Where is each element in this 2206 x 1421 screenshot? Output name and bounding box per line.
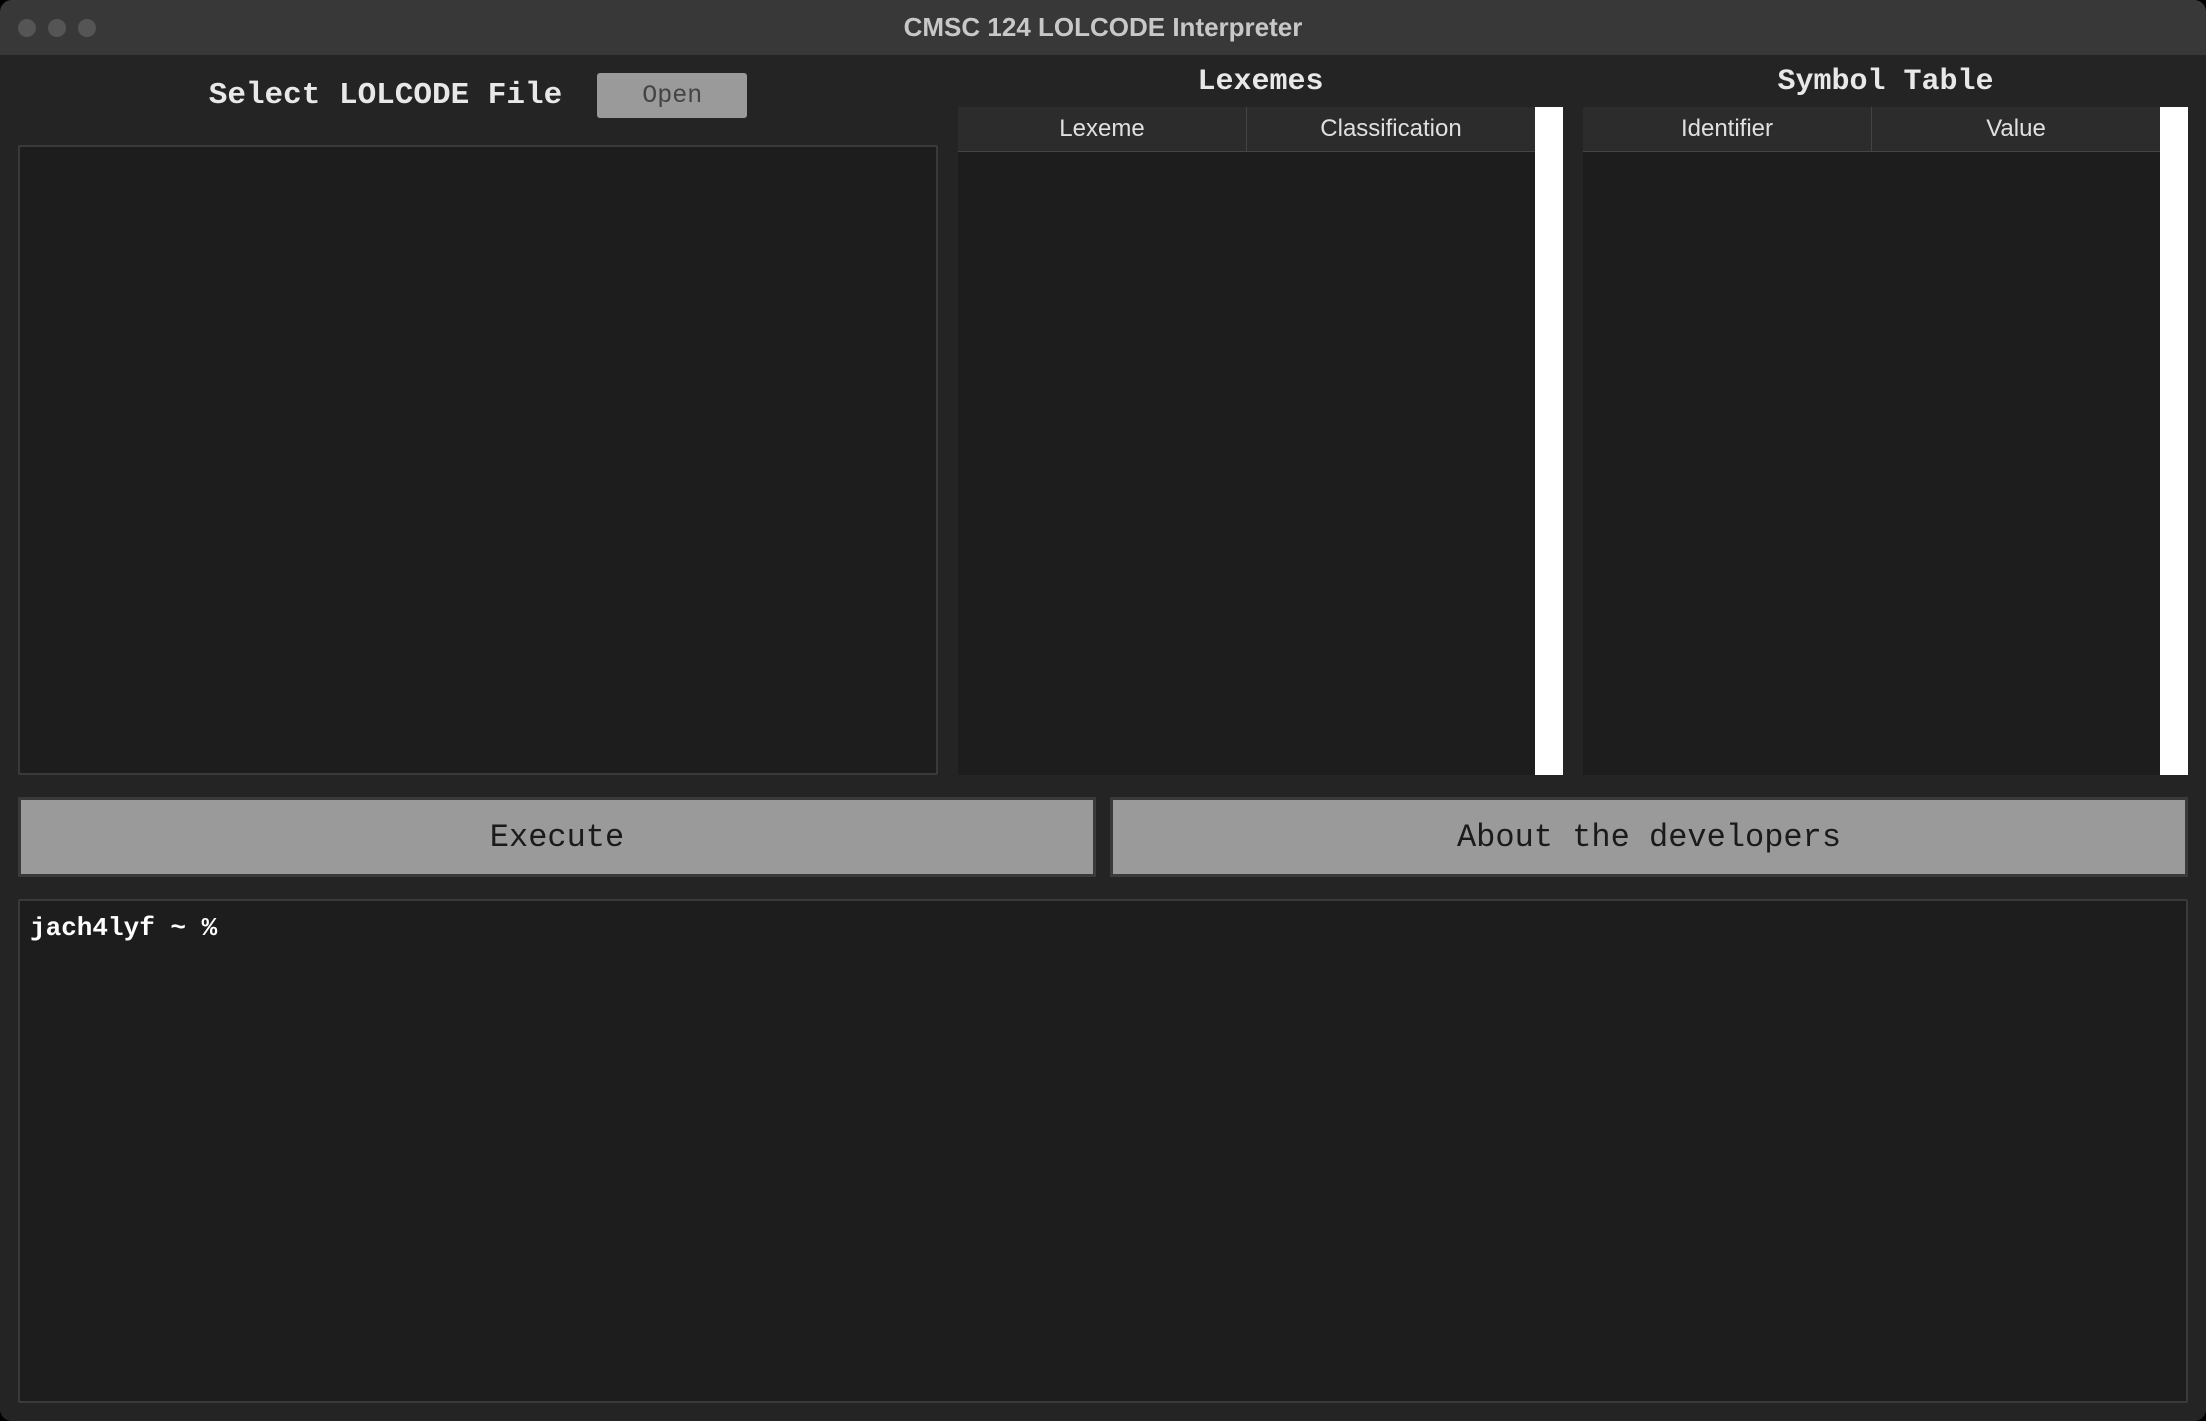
symbol-table-title: Symbol Table bbox=[1583, 65, 2188, 107]
window-title: CMSC 124 LOLCODE Interpreter bbox=[904, 12, 1303, 43]
lexemes-title: Lexemes bbox=[958, 65, 1563, 107]
about-developers-button[interactable]: About the developers bbox=[1110, 797, 2188, 877]
traffic-lights bbox=[18, 19, 96, 37]
value-column-header[interactable]: Value bbox=[1872, 107, 2160, 151]
symbol-table-container: Identifier Value bbox=[1583, 107, 2188, 775]
lexemes-rows bbox=[958, 152, 1535, 775]
symbol-table-panel: Symbol Table Identifier Value bbox=[1583, 65, 2188, 775]
minimize-window-button[interactable] bbox=[48, 19, 66, 37]
file-selector-label: Select LOLCODE File bbox=[209, 78, 562, 113]
console-output[interactable]: jach4lyf ~ % bbox=[18, 899, 2188, 1403]
content-area: Select LOLCODE File Open Lexemes Lexeme … bbox=[0, 55, 2206, 1421]
action-buttons: Execute About the developers bbox=[18, 797, 2188, 877]
symbol-table-rows bbox=[1583, 152, 2160, 775]
right-panels: Lexemes Lexeme Classification bbox=[958, 65, 2188, 775]
app-window: CMSC 124 LOLCODE Interpreter Select LOLC… bbox=[0, 0, 2206, 1421]
console-prompt: jach4lyf ~ % bbox=[30, 913, 217, 943]
maximize-window-button[interactable] bbox=[78, 19, 96, 37]
lexemes-table-header: Lexeme Classification bbox=[958, 107, 1535, 152]
lexemes-table: Lexeme Classification bbox=[958, 107, 1535, 775]
code-editor[interactable] bbox=[18, 145, 938, 775]
symbol-table-header: Identifier Value bbox=[1583, 107, 2160, 152]
lexeme-column-header[interactable]: Lexeme bbox=[958, 107, 1247, 151]
lexemes-table-container: Lexeme Classification bbox=[958, 107, 1563, 775]
lexemes-panel: Lexemes Lexeme Classification bbox=[958, 65, 1563, 775]
lexemes-scrollbar[interactable] bbox=[1535, 107, 1563, 775]
titlebar: CMSC 124 LOLCODE Interpreter bbox=[0, 0, 2206, 55]
identifier-column-header[interactable]: Identifier bbox=[1583, 107, 1872, 151]
symbol-table-scrollbar[interactable] bbox=[2160, 107, 2188, 775]
close-window-button[interactable] bbox=[18, 19, 36, 37]
open-file-button[interactable]: Open bbox=[597, 73, 747, 118]
left-panel: Select LOLCODE File Open bbox=[18, 65, 938, 775]
top-section: Select LOLCODE File Open Lexemes Lexeme … bbox=[18, 65, 2188, 775]
execute-button[interactable]: Execute bbox=[18, 797, 1096, 877]
classification-column-header[interactable]: Classification bbox=[1247, 107, 1535, 151]
file-selector: Select LOLCODE File Open bbox=[18, 65, 938, 125]
symbol-table: Identifier Value bbox=[1583, 107, 2160, 775]
